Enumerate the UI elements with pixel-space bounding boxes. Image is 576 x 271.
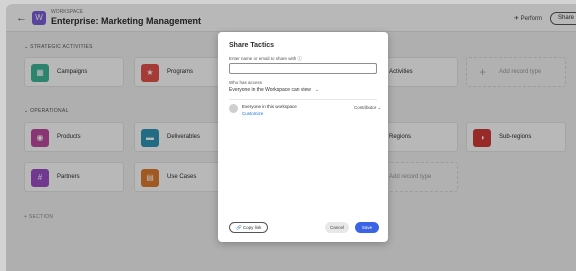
cancel-button[interactable]: Cancel bbox=[325, 222, 349, 233]
access-dropdown[interactable]: Everyone in the Workspace can view ⌄ bbox=[229, 87, 319, 93]
app-window: ← W WORKSPACE Enterprise: Marketing Mana… bbox=[6, 4, 576, 271]
access-label: Who has access bbox=[229, 80, 263, 85]
share-input-label: Enter name or email to share with ⓘ bbox=[229, 56, 303, 61]
share-input[interactable] bbox=[229, 63, 377, 74]
divider bbox=[229, 99, 377, 100]
chevron-down-icon: ⌄ bbox=[314, 87, 320, 93]
access-value: Everyone in the Workspace can view bbox=[229, 87, 311, 93]
role-dropdown[interactable]: Contributor ⌄ bbox=[354, 105, 381, 111]
shared-user-name: Everyone in this workspace bbox=[242, 104, 297, 109]
share-dialog: Share Tactics Enter name or email to sha… bbox=[218, 32, 388, 242]
dialog-title: Share Tactics bbox=[229, 42, 275, 49]
save-button[interactable]: Save bbox=[355, 222, 379, 233]
avatar bbox=[229, 104, 238, 113]
customize-link[interactable]: Customize bbox=[242, 111, 263, 116]
copy-link-button[interactable]: 🔗 Copy link bbox=[229, 222, 269, 233]
